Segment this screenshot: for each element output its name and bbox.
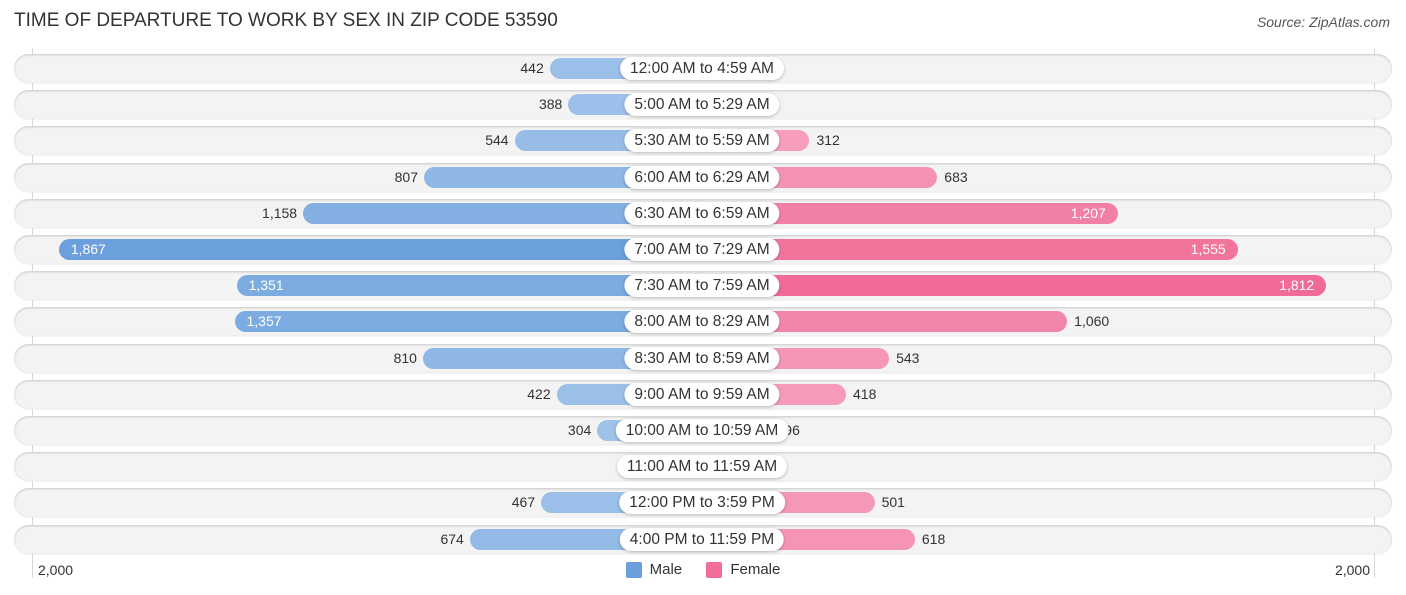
category-label: 11:00 AM to 11:59 AM	[616, 455, 788, 479]
bar-male[interactable]	[58, 239, 702, 260]
category-label: 5:30 AM to 5:59 AM	[624, 129, 780, 153]
value-label-female: 1,555	[1190, 241, 1226, 257]
value-label-female: 618	[921, 530, 946, 547]
category-label: 6:30 AM to 6:59 AM	[624, 201, 780, 225]
value-label-male: 304	[567, 422, 592, 438]
source-label: Source: ZipAtlas.com	[1256, 14, 1390, 30]
category-label: 5:00 AM to 5:29 AM	[624, 93, 780, 117]
legend-item-male[interactable]: Male	[625, 561, 683, 578]
category-label: 7:30 AM to 7:59 AM	[624, 274, 780, 298]
value-label-male: 467	[511, 494, 536, 511]
category-label: 4:00 PM to 11:59 PM	[619, 527, 785, 551]
bar-female[interactable]	[702, 239, 1238, 260]
legend-label-female: Female	[730, 561, 781, 578]
category-label: 10:00 AM to 10:59 AM	[615, 419, 789, 442]
category-label: 8:00 AM to 8:29 AM	[624, 310, 780, 334]
legend-swatch-male	[625, 561, 642, 578]
category-label: 9:00 AM to 9:59 AM	[624, 382, 780, 406]
value-label-male: 422	[527, 385, 551, 402]
value-label-male: 807	[394, 168, 418, 185]
chart-title: TIME OF DEPARTURE TO WORK BY SEX IN ZIP …	[14, 10, 558, 31]
value-label-female: 418	[853, 385, 877, 402]
value-label-male: 1,867	[70, 241, 106, 257]
value-label-male: 674	[440, 530, 464, 547]
legend-label-male: Male	[649, 561, 683, 578]
value-label-male: 1,351	[248, 277, 284, 294]
value-label-male: 388	[538, 96, 563, 113]
value-label-male: 544	[485, 132, 509, 149]
value-label-female: 312	[816, 132, 840, 149]
value-label-female: 683	[944, 168, 968, 185]
category-label: 6:00 AM to 6:29 AM	[624, 165, 780, 189]
value-label-male: 810	[393, 349, 417, 366]
legend-item-female[interactable]: Female	[706, 561, 780, 578]
value-label-female: 1,812	[1279, 277, 1315, 294]
legend: Male Female	[0, 561, 1406, 582]
bar-female[interactable]	[702, 275, 1327, 297]
value-label-female: 1,060	[1074, 313, 1110, 330]
value-label-male: 1,357	[246, 313, 282, 330]
value-label-male: 1,158	[262, 204, 298, 221]
value-label-male: 442	[520, 60, 544, 76]
category-label: 12:00 PM to 3:59 PM	[619, 491, 785, 515]
value-label-female: 501	[881, 494, 905, 511]
category-label: 8:30 AM to 8:59 AM	[624, 346, 780, 370]
value-label-female: 543	[896, 349, 920, 366]
category-label: 7:00 AM to 7:29 AM	[624, 238, 780, 261]
legend-swatch-female	[706, 561, 723, 578]
value-label-female: 1,207	[1070, 204, 1106, 221]
category-label: 12:00 AM to 4:59 AM	[620, 57, 784, 80]
